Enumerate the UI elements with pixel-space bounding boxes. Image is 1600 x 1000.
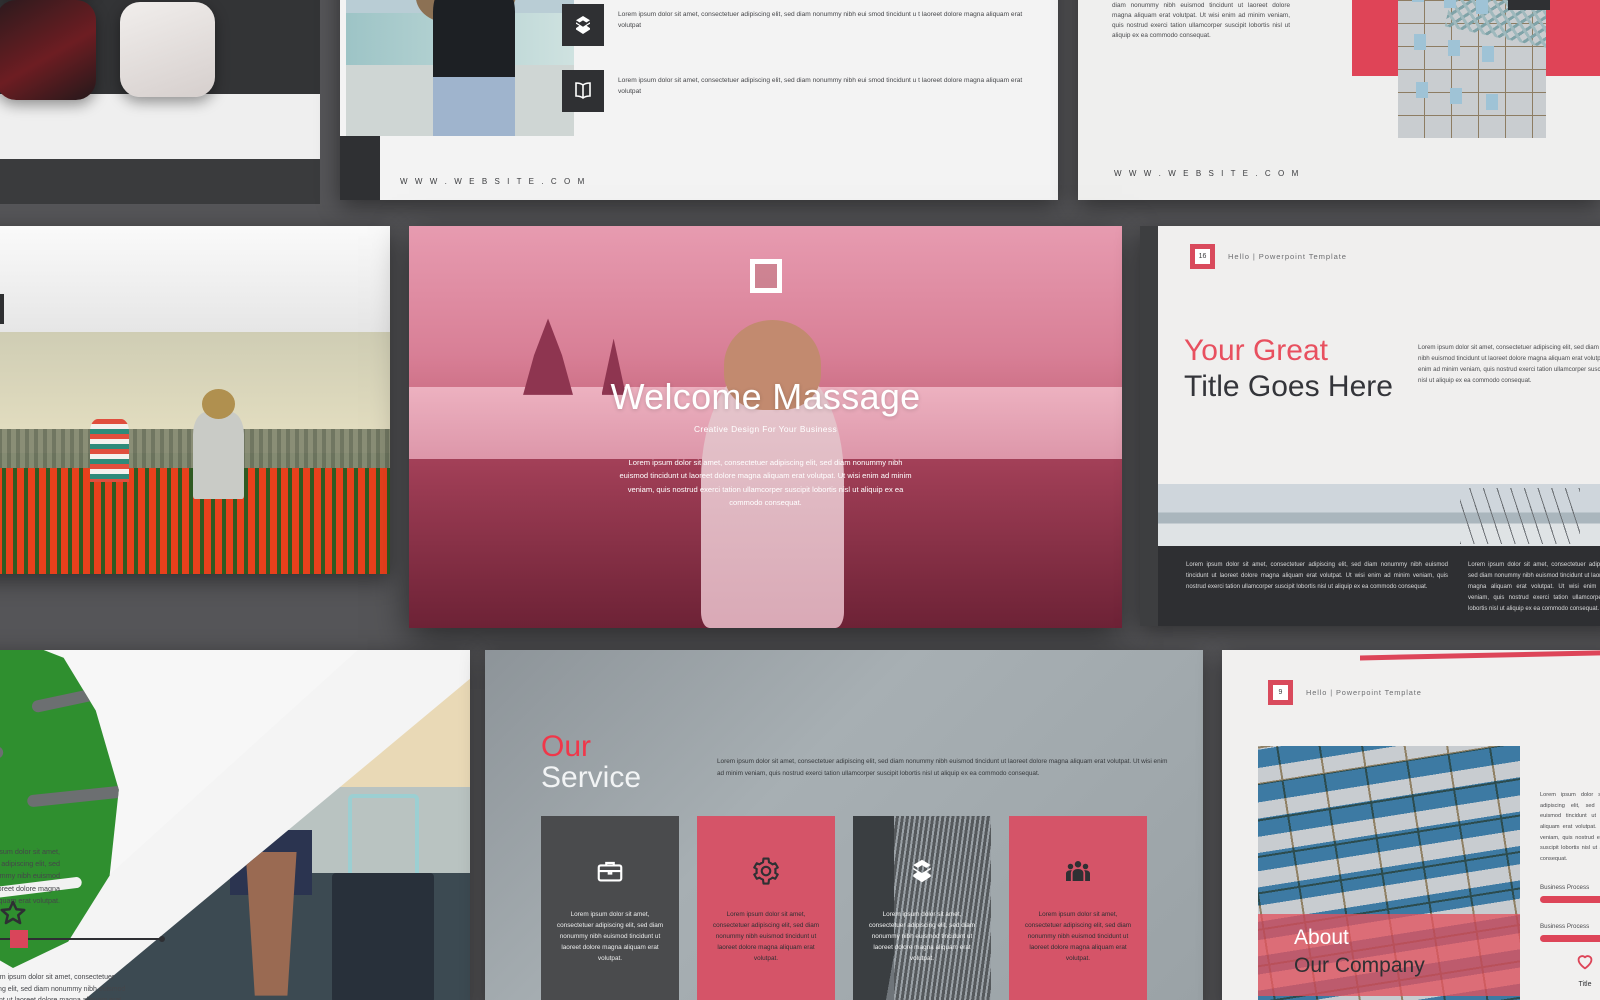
page-subtitle: Creative Design For Your Business [693, 424, 838, 434]
about-paragraph: Lorem ipsum dolor sit amet, consectetuer… [1540, 792, 1600, 862]
service-card-4[interactable]: Lorem ipsum dolor sit amet, consectetuer… [1009, 816, 1147, 1000]
slide-your-great-title[interactable]: 16 Hello | Powerpoint Template Your Grea… [1140, 226, 1600, 626]
building-photo [1398, 0, 1546, 138]
star-icon [0, 898, 28, 933]
service-card-text: Lorem ipsum dolor sit amet, consectetuer… [868, 911, 976, 962]
slide-number-badge: 9 [1268, 680, 1293, 705]
icon-row-text-2: Lorem ipsum dolor sit amet, consectetuer… [618, 11, 1023, 29]
book-icon[interactable] [1508, 0, 1550, 10]
children-tulip-field-photo [0, 332, 390, 574]
about-right-column: Lorem ipsum dolor sit amet, consectetuer… [1540, 790, 1600, 943]
progress-label: Business Process [1540, 884, 1590, 892]
woman-beach-photo [346, 0, 574, 136]
title-line-2: Service [541, 760, 642, 794]
timeline-track[interactable] [0, 930, 165, 948]
box-icon[interactable] [562, 4, 604, 46]
page-title: Welcome Massage [610, 376, 921, 417]
website-label: W W W . W E B S I T E . C O M [1114, 169, 1301, 178]
slide-number-badge: 16 [1190, 244, 1215, 269]
heart-icon [1577, 955, 1593, 970]
progress-block-1: Business Process [1540, 884, 1600, 904]
dark-text-band: Lorem ipsum dolor sit amet, consectetuer… [1158, 546, 1600, 626]
slide-tulip-photo[interactable] [0, 226, 390, 574]
people-icon [1063, 856, 1093, 886]
slide-icon-list[interactable]: Lorem ipsum dolor sit amet, consectetuer… [340, 0, 1058, 200]
icon-row-text-3: Lorem ipsum dolor sit amet, consectetuer… [618, 77, 1023, 95]
page-title: Your Great Title Goes Here [1184, 334, 1393, 404]
dark-edge-stripe [1140, 226, 1158, 626]
slide-our-service[interactable]: Our Service Lorem ipsum dolor sit amet, … [485, 650, 1203, 1000]
breadcrumb: Hello | Powerpoint Template [1306, 688, 1422, 697]
hello-left-column: Hello ★ ★ ★ ★ ★ Lorem ipsum dolor sit am… [1112, 0, 1342, 41]
service-card-2[interactable]: Lorem ipsum dolor sit amet, consectetuer… [697, 816, 835, 1000]
title-line-1: Our [541, 730, 592, 763]
page-title: Our Service [541, 730, 642, 794]
slide-welcome-massage[interactable]: Welcome Massage Creative Design For Your… [409, 226, 1122, 628]
service-card-text: Lorem ipsum dolor sit amet, consectetuer… [1024, 911, 1132, 962]
title-line-1: About [1294, 926, 1349, 949]
box-icon [907, 856, 937, 886]
body-column-2: Lorem ipsum dolor sit amet, consectetuer… [1468, 562, 1600, 613]
welcome-body-text: Lorem ipsum dolor sit amet, consectetuer… [619, 458, 912, 507]
service-card-text: Lorem ipsum dolor sit amet, consectetuer… [712, 911, 820, 962]
website-label: W W W . W E B S I T E . C O M [400, 177, 587, 186]
corner-dark-bar [340, 136, 380, 200]
slide-about-our-company[interactable]: 9 Hello | Powerpoint Template About Our … [1222, 650, 1600, 1000]
briefcase-icon [595, 856, 625, 886]
progress-label: Business Process [1540, 923, 1590, 931]
title-line-2: Title Goes Here [1184, 370, 1393, 403]
title-line-1: Your Great [1184, 334, 1328, 367]
slide-header: 9 Hello | Powerpoint Template [1268, 680, 1422, 705]
app-icon-5[interactable] [0, 0, 96, 100]
timeline-end-dot [159, 936, 165, 942]
about-footer-stat: Title [1574, 950, 1596, 988]
progress-bar [1540, 896, 1600, 904]
hello-body-text: Lorem ipsum dolor sit amet, consectetuer… [1112, 1, 1290, 39]
mockup-band-light [0, 94, 320, 159]
service-card-3[interactable]: Lorem ipsum dolor sit amet, consectetuer… [853, 816, 991, 1000]
title-ribbon: About Our Company [1258, 914, 1520, 996]
card-background-photo [853, 816, 991, 1000]
slide-hello[interactable]: Hello ★ ★ ★ ★ ★ Lorem ipsum dolor sit am… [1078, 0, 1600, 200]
side-paragraph: Lorem ipsum dolor sit amet, consectetuer… [1418, 344, 1600, 385]
template-showcase-canvas: Lorem ipsum dolor sit amet, consectetuer… [0, 0, 1600, 1000]
body-column-1: Lorem ipsum dolor sit amet, consectetuer… [1186, 562, 1448, 591]
slide-app-icon-mockup[interactable] [0, 0, 320, 204]
service-card-1[interactable]: Lorem ipsum dolor sit amet, consectetuer… [541, 816, 679, 1000]
title-line-2: Our Company [1294, 954, 1425, 977]
timeline-bottom-text: Lorem ipsum dolor sit amet, consectetuer… [0, 974, 126, 1000]
footer-caption: Title [1578, 981, 1592, 988]
breadcrumb: Hello | Powerpoint Template [1228, 252, 1347, 261]
service-intro-text: Lorem ipsum dolor sit amet, consectetuer… [717, 758, 1168, 777]
progress-block-2: Business Process [1540, 923, 1600, 943]
slide-travel-timeline[interactable]: Lorem ipsum dolor sit amet, consectetuer… [0, 650, 470, 1000]
dark-accent-box [0, 294, 4, 324]
white-header-area [0, 226, 390, 332]
red-top-stripe [1360, 650, 1600, 661]
mockup-band-dark-lower [0, 159, 320, 204]
service-card-text: Lorem ipsum dolor sit amet, consectetuer… [556, 911, 664, 962]
book-icon[interactable] [562, 70, 604, 112]
timeline-marker[interactable] [10, 930, 28, 948]
slide-header: 16 Hello | Powerpoint Template [1190, 244, 1347, 269]
square-frame-icon [749, 259, 782, 293]
progress-bar [1540, 935, 1600, 943]
app-icon-6[interactable] [120, 2, 215, 97]
beach-photo [1158, 484, 1600, 546]
gear-icon [751, 856, 781, 886]
